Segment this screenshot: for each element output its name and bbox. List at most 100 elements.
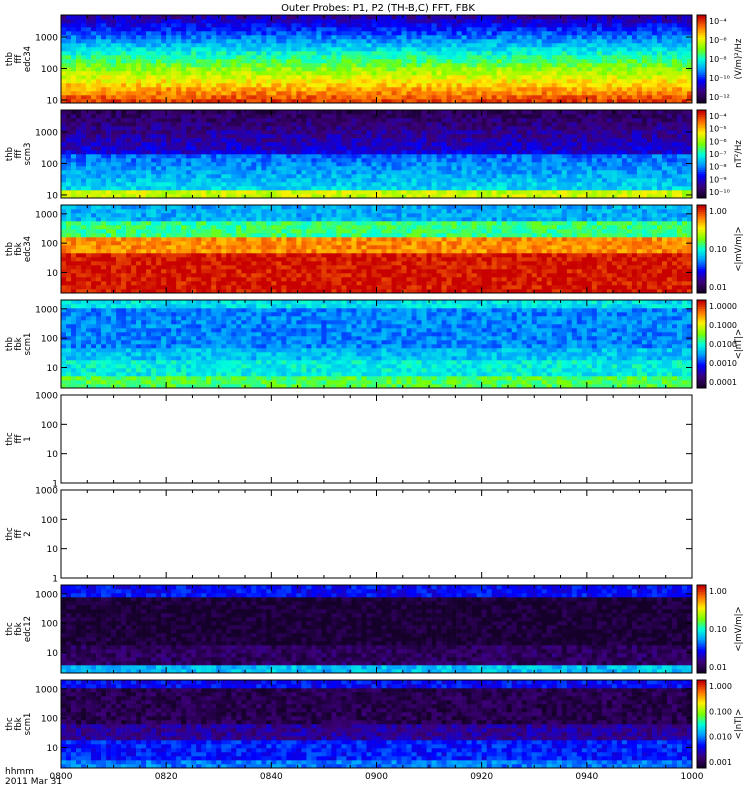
spectrogram-cell [681,59,688,64]
spectrogram-cell [291,91,297,96]
spectrogram-cell [476,39,482,44]
spectrogram-cell [431,15,437,20]
spectrogram-cell [436,150,442,155]
spectrogram-cell [521,27,528,32]
spectrogram-cell [166,150,172,155]
spectrogram-cell [316,23,322,28]
spectrogram-cell [211,91,217,96]
spectrogram-cell [246,47,252,52]
spectrogram-cell [216,63,222,68]
spectrogram-cell [116,162,122,167]
spectrogram-cell [481,162,487,167]
spectrogram-cell [421,122,427,127]
spectrogram-cell [111,162,117,167]
spectrogram-cell [281,67,287,72]
spectrogram-cell [86,47,92,52]
spectrogram-cell [526,190,533,195]
spectrogram-cell [286,162,292,167]
spectrogram-cell [176,166,182,171]
spectrogram-cell [626,51,633,56]
spectrogram-cell [641,87,648,92]
spectrogram-cell [121,91,127,96]
spectrogram-cell [66,114,72,119]
spectrogram-cell [221,39,227,44]
spectrogram-cell [211,162,217,167]
spectrogram-cell [491,110,497,115]
spectrogram-cell [206,43,212,48]
spectrogram-cell [546,79,553,84]
spectrogram-cell [376,146,382,151]
spectrogram-cell [671,27,678,32]
spectrogram-cell [106,59,112,64]
spectrogram-cell [91,39,97,44]
spectrogram-cell [426,23,432,28]
spectrogram-cell [186,178,192,183]
spectrogram-cell [221,79,227,84]
spectrogram-cell [401,91,407,96]
spectrogram-cell [156,67,162,72]
spectrogram-cell [306,47,312,52]
spectrogram-cell [376,166,382,171]
spectrogram-cell [501,71,508,76]
spectrogram-cell [216,118,222,123]
spectrogram-cell [546,43,553,48]
spectrogram-cell [151,130,157,135]
spectrogram-cell [381,59,387,64]
spectrogram-cell [446,142,452,147]
spectrogram-cell [241,130,247,135]
spectrogram-cell [451,35,457,40]
spectrogram-cell [216,174,222,179]
spectrogram-cell [381,166,387,171]
spectrogram-cell [306,59,312,64]
spectrogram-cell [66,87,72,92]
spectrogram-cell [481,122,487,127]
spectrogram-cell [316,118,322,123]
spectrogram-cell [266,91,272,96]
spectrogram-cell [656,75,663,80]
spectrogram-cell [561,63,568,68]
spectrogram-cell [641,39,648,44]
spectrogram-cell [541,19,548,24]
spectrogram-cell [196,138,202,143]
spectrogram-cell [96,190,102,195]
spectrogram-cell [436,158,442,163]
spectrogram-cell [451,63,457,68]
spectrogram-cell [366,182,372,187]
spectrogram-cell [521,55,528,60]
spectrogram-cell [216,186,222,191]
spectrogram-cell [341,31,347,36]
spectrogram-cell [171,55,177,60]
spectrogram-cell [206,190,212,195]
spectrogram-cell [321,67,327,72]
spectrogram-cell [496,182,502,187]
spectrogram-cell [446,55,452,60]
spectrogram-cell [446,63,452,68]
spectrogram-cell [261,150,267,155]
spectrogram-cell [236,23,242,28]
spectrogram-cell [451,39,457,44]
spectrogram-cell [251,71,257,76]
spectrogram-cell [281,186,287,191]
spectrogram-cell [641,59,648,64]
spectrogram-cell [216,47,222,52]
spectrogram-cell [501,59,508,64]
spectrogram-cell [256,67,262,72]
spectrogram-cell [201,178,207,183]
spectrogram-cell [196,83,202,88]
spectrogram-cell [341,150,347,155]
spectrogram-cell [511,31,518,36]
spectrogram-cell [296,87,302,92]
spectrogram-cell [201,59,207,64]
spectrogram-cell [481,27,487,32]
spectrogram-cell [196,27,202,32]
spectrogram-cell [156,19,162,24]
spectrogram-cell [651,87,658,92]
spectrogram-cell [286,134,292,139]
spectrogram-cell [291,170,297,175]
spectrogram-cell [321,122,327,127]
spectrogram-cell [266,23,272,28]
spectrogram-cell [486,79,492,84]
spectrogram-cell [461,190,467,195]
spectrogram-cell [616,47,623,52]
spectrogram-cell [376,118,382,123]
